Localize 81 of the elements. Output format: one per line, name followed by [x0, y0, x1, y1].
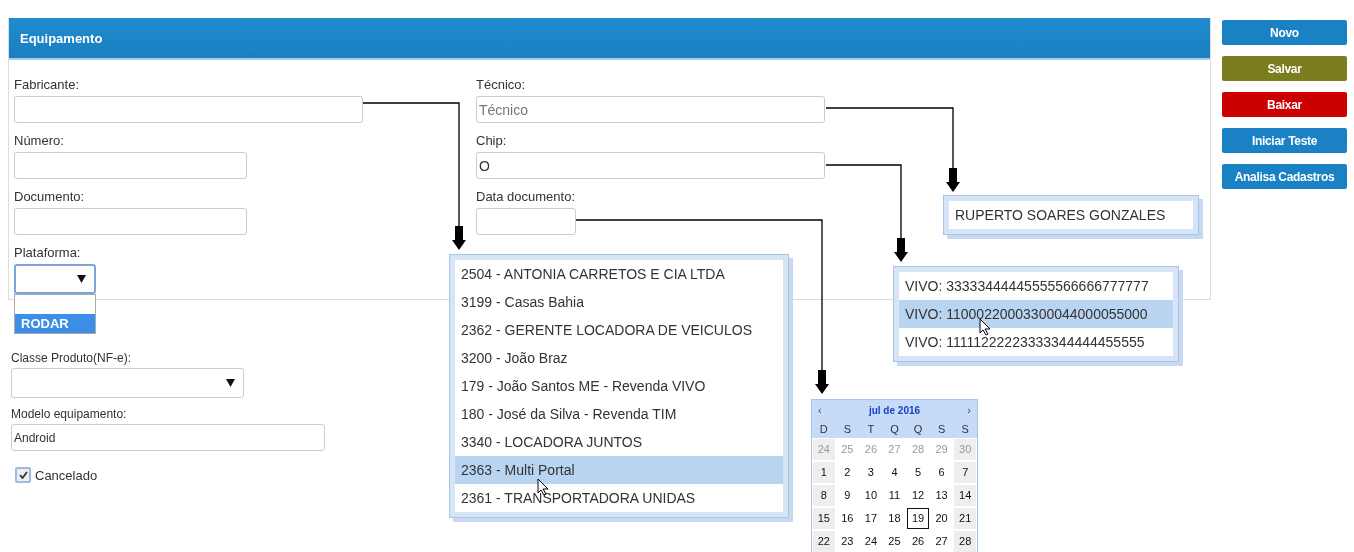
caret-icon	[77, 275, 86, 283]
calendar-day[interactable]: 4	[883, 462, 906, 483]
action-button[interactable]: Salvar	[1222, 56, 1347, 81]
field-label: Classe Produto(NF-e):	[11, 350, 132, 366]
calendar-day[interactable]: 9	[836, 485, 859, 506]
suggestion-item[interactable]: 2504 - ANTONIA CARRETOS E CIA LTDA	[455, 260, 783, 288]
calendar-day[interactable]: 7	[954, 462, 976, 483]
weekday-label: Q	[906, 420, 930, 438]
field-label: Data documento:	[476, 189, 575, 205]
previous-month-button[interactable]: ‹	[818, 404, 822, 416]
suggestion-item[interactable]: 2363 - Multi Portal	[455, 456, 783, 484]
text-field[interactable]	[476, 208, 576, 235]
text-field[interactable]: Android	[11, 424, 325, 451]
field-label: Fabricante:	[14, 77, 80, 93]
calendar-day[interactable]: 6	[930, 462, 953, 483]
calendar-day[interactable]: 12	[907, 485, 929, 506]
suggestion-item[interactable]: VIVO: 33333444445555566666777777	[899, 272, 1173, 300]
suggestion-item[interactable]: VIVO: 11111222223333344444455555	[899, 328, 1173, 356]
cursor-icon	[979, 318, 991, 336]
action-button[interactable]: Baixar	[1222, 92, 1347, 117]
calendar-day[interactable]: 2	[836, 462, 859, 483]
calendar-day[interactable]: 20	[930, 508, 953, 529]
calendar-day[interactable]: 23	[836, 531, 859, 552]
calendar-day[interactable]: 28	[954, 531, 976, 552]
weekday-label: Q	[882, 420, 907, 438]
calendar-day[interactable]: 25	[883, 531, 906, 552]
calendar-day[interactable]: 22	[813, 531, 835, 552]
panel-title: Equipamento	[20, 30, 103, 46]
calendar-day[interactable]: 14	[954, 485, 976, 506]
suggestion-item[interactable]: 2361 - TRANSPORTADORA UNIDAS	[455, 484, 783, 512]
field-label: Documento:	[14, 189, 85, 205]
text-field[interactable]: O	[476, 152, 825, 179]
next-month-button[interactable]: ›	[967, 404, 971, 416]
calendar-day[interactable]: 24	[860, 531, 882, 552]
checkbox[interactable]	[15, 467, 31, 483]
calendar-day[interactable]: 15	[813, 508, 835, 529]
text-field[interactable]	[14, 96, 363, 123]
suggestion-item[interactable]: 2362 - GERENTE LOCADORA DE VEICULOS	[455, 316, 783, 344]
weekday-label: S	[929, 420, 954, 438]
check-icon	[18, 471, 28, 479]
action-button[interactable]: Iniciar Teste	[1222, 128, 1347, 153]
dropdown-field[interactable]	[14, 264, 96, 294]
caret-icon	[226, 379, 235, 387]
suggestion-item[interactable]: 3199 - Casas Bahia	[455, 288, 783, 316]
field-label: Plataforma:	[14, 245, 81, 261]
checkbox-label: Cancelado	[35, 467, 98, 483]
month-title: jul de 2016	[868, 404, 921, 416]
field-label: Número:	[14, 133, 64, 149]
calendar-day[interactable]: 18	[883, 508, 906, 529]
suggestion-item[interactable]: 3200 - João Braz	[455, 344, 783, 372]
suggestion-item[interactable]: VIVO: 11000220003300044000055000	[899, 300, 1173, 328]
suggestion-item[interactable]: 179 - João Santos ME - Revenda VIVO	[455, 372, 783, 400]
calendar-day[interactable]: 27	[930, 531, 953, 552]
calendar-day[interactable]: 17	[860, 508, 882, 529]
text-field[interactable]: Técnico	[476, 96, 825, 123]
calendar-day[interactable]: 10	[860, 485, 882, 506]
text-field[interactable]	[14, 208, 247, 235]
suggestion-item[interactable]: 3340 - LOCADORA JUNTOS	[455, 428, 783, 456]
weekday-label: T	[859, 420, 883, 438]
text-field[interactable]	[14, 152, 247, 179]
calendar-day[interactable]: 26	[907, 531, 929, 552]
calendar-day[interactable]: 1	[813, 462, 835, 483]
action-button[interactable]: Novo	[1222, 20, 1347, 45]
calendar-day[interactable]: 21	[954, 508, 976, 529]
calendar-day[interactable]: 16	[836, 508, 859, 529]
weekday-label: S	[953, 420, 977, 438]
calendar-day[interactable]: 5	[907, 462, 929, 483]
calendar-day[interactable]: 3	[860, 462, 882, 483]
field-label: Técnico:	[476, 77, 526, 93]
weekday-label: S	[835, 420, 860, 438]
dropdown-field[interactable]	[11, 368, 244, 398]
field-label: Chip:	[476, 133, 507, 149]
suggestion-item[interactable]: 180 - José da Silva - Revenda TIM	[455, 400, 783, 428]
field-label: Modelo equipamento:	[11, 406, 127, 422]
calendar-day[interactable]: 13	[930, 485, 953, 506]
suggestion-item[interactable]: RUPERTO SOARES GONZALES	[949, 201, 1193, 229]
action-button[interactable]: Analisa Cadastros	[1222, 164, 1347, 189]
calendar-day[interactable]: 19	[907, 508, 929, 529]
weekday-label: D	[812, 420, 836, 438]
calendar-day[interactable]: 11	[883, 485, 906, 506]
calendar-day[interactable]: 8	[813, 485, 835, 506]
